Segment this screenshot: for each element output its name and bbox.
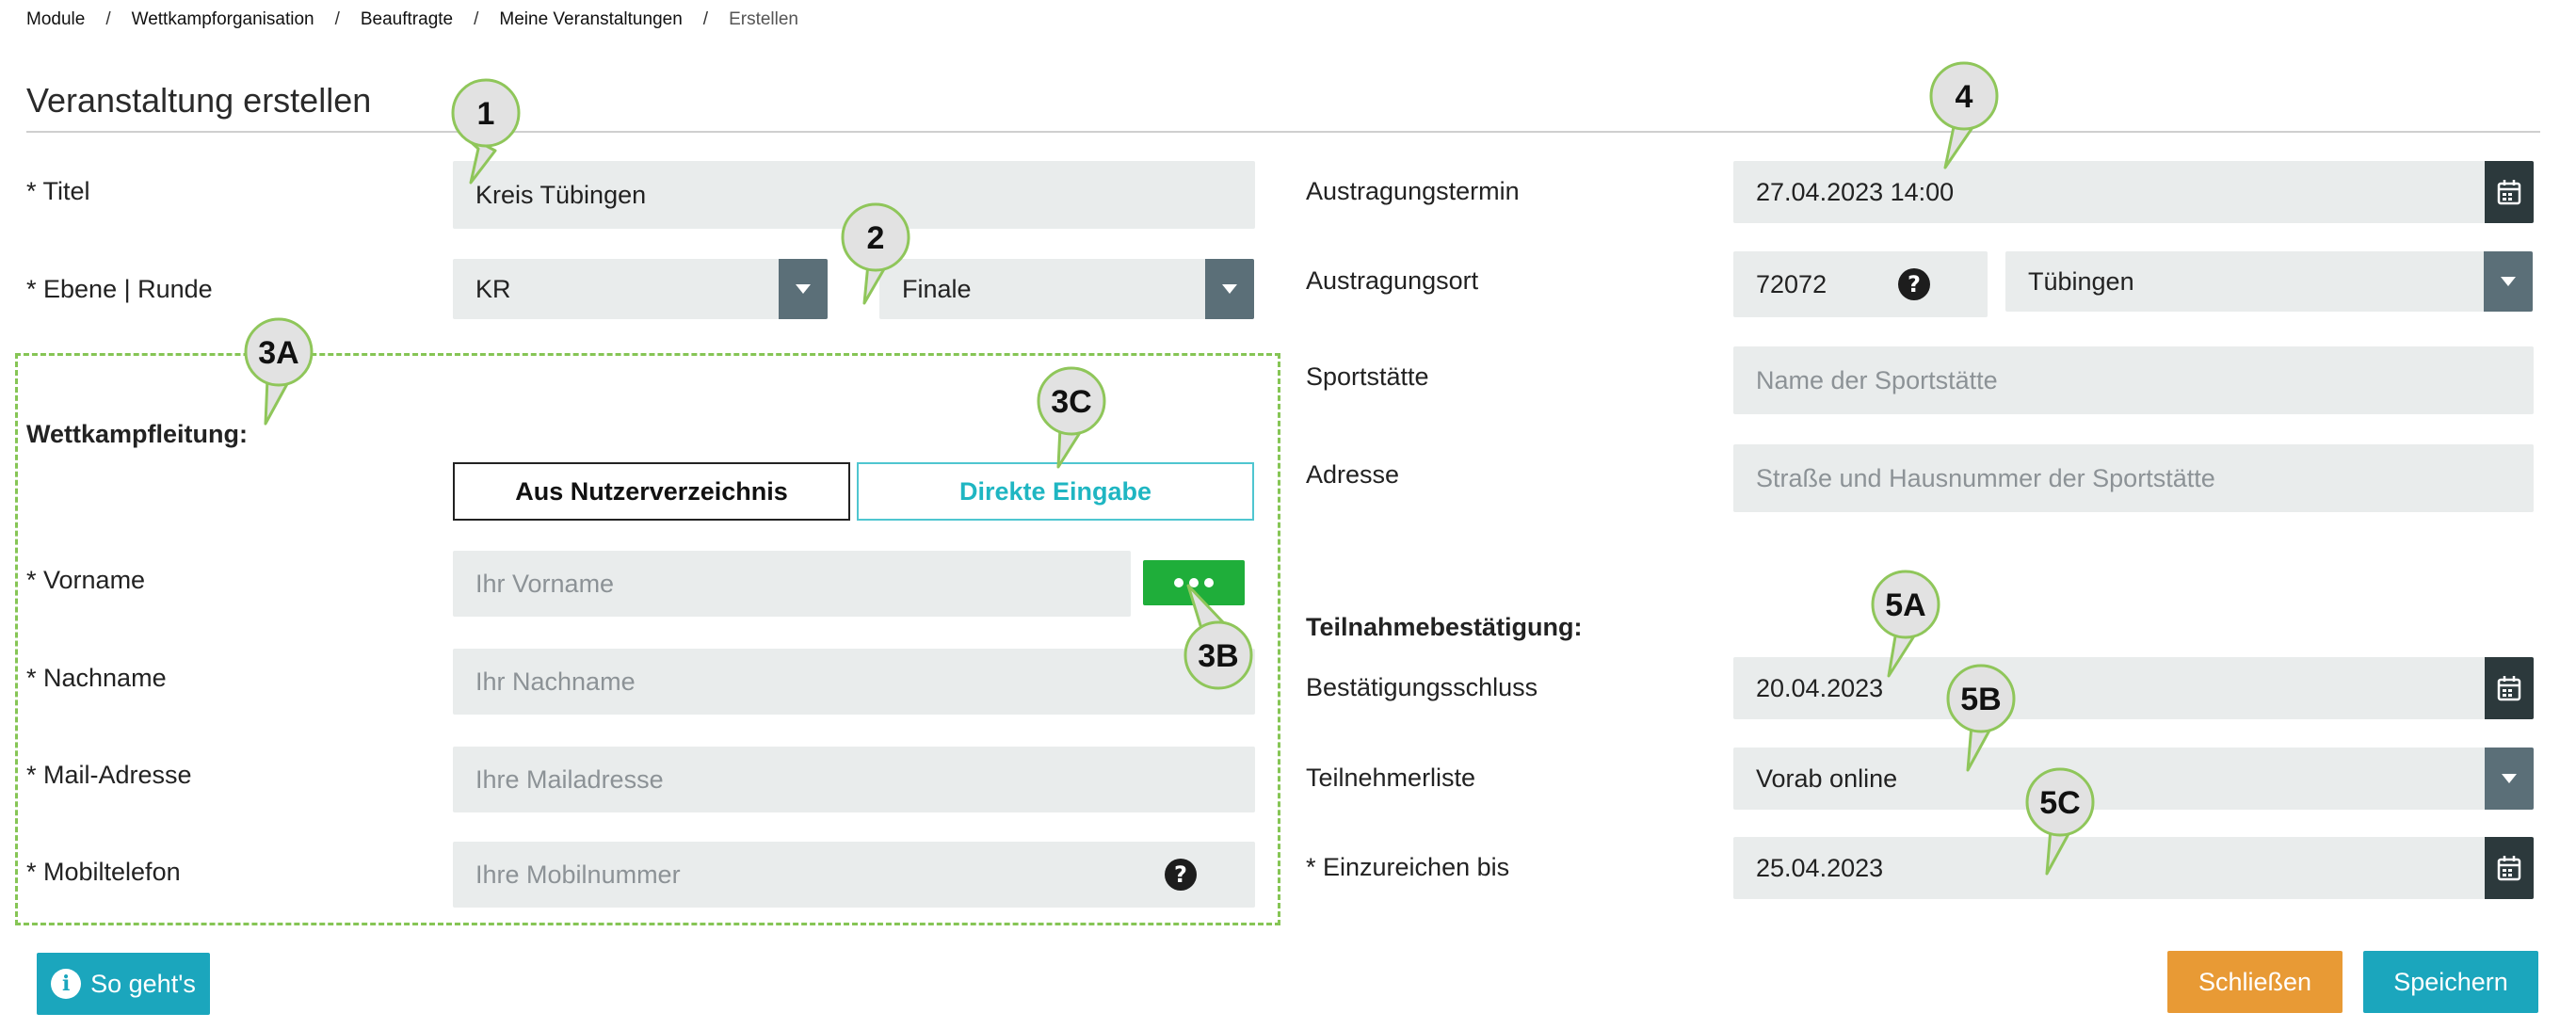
vorname-input[interactable]: Ihr Vorname xyxy=(453,551,1131,617)
callout-5b: 5B xyxy=(1946,664,2016,772)
adresse-label: Adresse xyxy=(1306,460,1400,489)
calendar-icon[interactable] xyxy=(2485,657,2534,719)
callout-3b-label: 3B xyxy=(1198,638,1238,674)
breadcrumb-beauftragte[interactable]: Beauftragte xyxy=(361,9,453,30)
chevron-down-icon[interactable] xyxy=(1205,259,1254,319)
einzureichen-bis-input[interactable]: 25.04.2023 xyxy=(1733,837,2534,899)
chevron-down-icon[interactable] xyxy=(2485,748,2534,810)
mail-adresse-input[interactable]: Ihre Mailadresse xyxy=(453,747,1255,812)
so-gehts-button[interactable]: i So geht's xyxy=(37,953,210,1015)
breadcrumb: Module / Wettkampforganisation / Beauftr… xyxy=(26,6,798,34)
titel-label: * Titel xyxy=(26,177,90,205)
plz-input[interactable]: 72072 xyxy=(1733,251,1988,317)
nachname-input[interactable]: Ihr Nachname xyxy=(453,649,1255,715)
schliessen-button[interactable]: Schließen xyxy=(2167,951,2343,1013)
chevron-down-icon[interactable] xyxy=(2484,251,2533,312)
mobiltelefon-label: * Mobiltelefon xyxy=(26,858,181,886)
austragungsort-label: Austragungsort xyxy=(1306,266,1479,295)
callout-3b: 3B xyxy=(1183,584,1253,690)
breadcrumb-separator: / xyxy=(105,9,111,29)
einzureichen-bis-value: 25.04.2023 xyxy=(1756,853,1884,882)
ort-select[interactable]: Tübingen xyxy=(2005,251,2533,312)
breadcrumb-current: Erstellen xyxy=(729,9,798,29)
mobiltelefon-input[interactable]: Ihre Mobilnummer xyxy=(453,842,1255,908)
callout-3c: 3C xyxy=(1037,366,1106,469)
plz-value: 72072 xyxy=(1756,269,1827,298)
callout-2-label: 2 xyxy=(867,220,885,256)
teilnehmerliste-value: Vorab online xyxy=(1756,764,1898,793)
aus-nutzerverzeichnis-button[interactable]: Aus Nutzerverzeichnis xyxy=(453,462,850,521)
callout-5c: 5C xyxy=(2025,767,2095,876)
breadcrumb-separator: / xyxy=(334,9,340,29)
teilnahmebestaetigung-heading: Teilnahmebestätigung: xyxy=(1306,613,1583,641)
page-title: Veranstaltung erstellen xyxy=(26,81,372,120)
callout-3c-label: 3C xyxy=(1051,384,1091,420)
teilnehmerliste-label: Teilnehmerliste xyxy=(1306,764,1476,792)
so-gehts-label: So geht's xyxy=(90,969,196,998)
teilnehmerliste-select[interactable]: Vorab online xyxy=(1733,748,2534,810)
einzureichen-bis-label: * Einzureichen bis xyxy=(1306,853,1510,881)
breadcrumb-separator: / xyxy=(474,9,479,29)
nachname-label: * Nachname xyxy=(26,664,167,692)
calendar-icon[interactable] xyxy=(2485,837,2534,899)
chevron-down-icon[interactable] xyxy=(779,259,828,319)
austragungstermin-input[interactable]: 27.04.2023 14:00 xyxy=(1733,161,2534,223)
wettkampfleitung-heading: Wettkampfleitung: xyxy=(26,420,248,448)
speichern-button[interactable]: Speichern xyxy=(2363,951,2538,1013)
mail-adresse-label: * Mail-Adresse xyxy=(26,761,192,789)
bestaetigungsschluss-input[interactable]: 20.04.2023 xyxy=(1733,657,2534,719)
ort-value: Tübingen xyxy=(2028,266,2134,296)
sportstaette-label: Sportstätte xyxy=(1306,362,1429,391)
breadcrumb-module[interactable]: Module xyxy=(26,9,85,30)
callout-2: 2 xyxy=(841,202,910,305)
question-circle-icon[interactable]: ? xyxy=(1898,268,1930,300)
ebene-select[interactable]: KR xyxy=(453,259,828,319)
adresse-input[interactable]: Straße und Hausnummer der Sportstätte xyxy=(1733,444,2534,512)
callout-1: 1 xyxy=(451,78,521,185)
callout-4-label: 4 xyxy=(1956,79,1973,115)
sportstaette-input[interactable]: Name der Sportstätte xyxy=(1733,346,2534,414)
breadcrumb-meine-veranstaltungen[interactable]: Meine Veranstaltungen xyxy=(499,9,682,30)
breadcrumb-wettkampforganisation[interactable]: Wettkampforganisation xyxy=(132,9,314,30)
runde-select[interactable]: Finale xyxy=(879,259,1254,319)
ebene-runde-label: * Ebene | Runde xyxy=(26,275,213,303)
ebene-value: KR xyxy=(475,274,511,303)
callout-5b-label: 5B xyxy=(1960,682,2001,717)
info-icon: i xyxy=(51,969,82,999)
callout-1-label: 1 xyxy=(477,96,495,132)
callout-5c-label: 5C xyxy=(2039,785,2080,821)
title-divider xyxy=(26,131,2540,133)
vorname-label: * Vorname xyxy=(26,566,146,594)
austragungstermin-label: Austragungstermin xyxy=(1306,177,1520,205)
calendar-icon[interactable] xyxy=(2485,161,2534,223)
question-circle-icon[interactable]: ? xyxy=(1165,859,1197,891)
austragungstermin-value: 27.04.2023 14:00 xyxy=(1756,177,1955,206)
callout-3a-label: 3A xyxy=(258,335,298,371)
callout-5a-label: 5A xyxy=(1885,587,1925,623)
breadcrumb-separator: / xyxy=(702,9,709,29)
bestaetigungsschluss-label: Bestätigungsschluss xyxy=(1306,673,1538,701)
callout-3a: 3A xyxy=(244,317,314,426)
callout-4: 4 xyxy=(1929,61,1999,169)
